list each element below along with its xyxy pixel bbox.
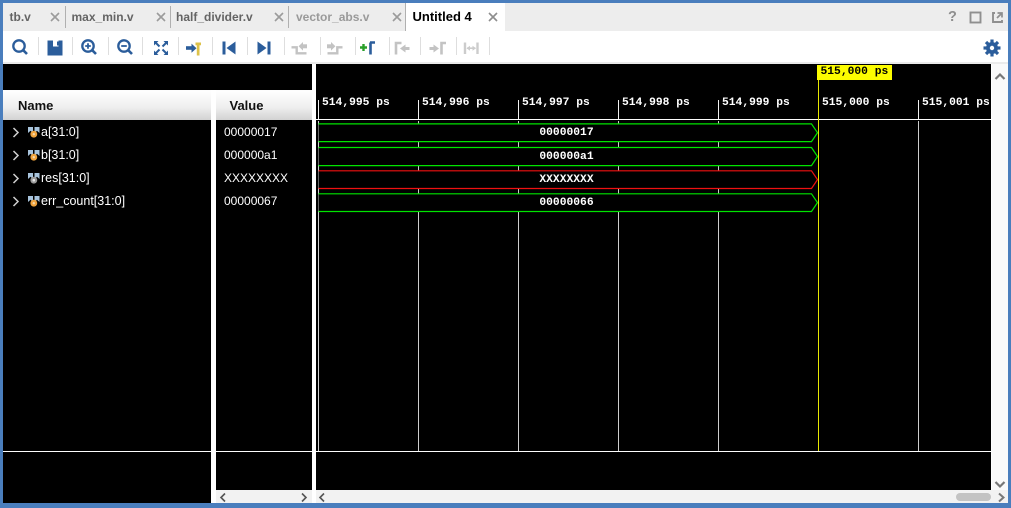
svg-text:XXXXXXXX: XXXXXXXX [539, 174, 593, 186]
svg-text:00000066: 00000066 [539, 197, 593, 209]
svg-text:00000017: 00000017 [539, 127, 593, 139]
svg-text:000000a1: 000000a1 [539, 151, 593, 163]
